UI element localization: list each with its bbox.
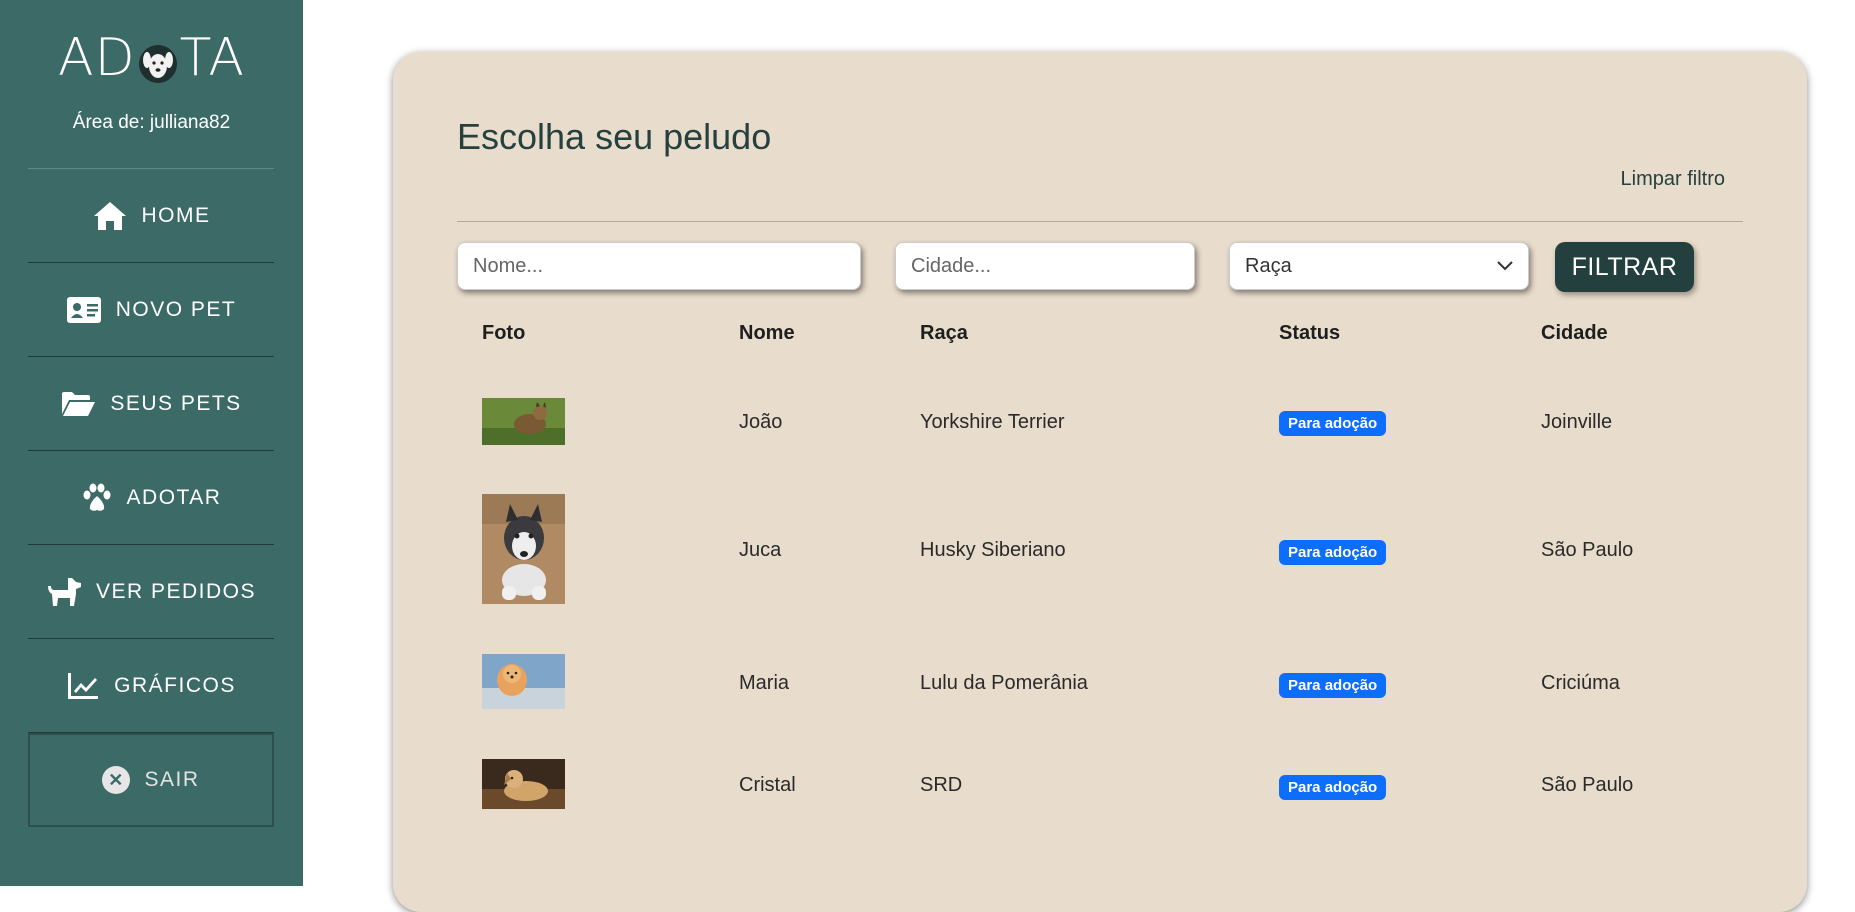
column-header-foto: Foto xyxy=(482,322,526,344)
name-filter-input[interactable] xyxy=(457,242,861,290)
pet-city: São Paulo xyxy=(1541,539,1634,561)
folder-open-icon xyxy=(62,391,96,416)
brand-logo[interactable]: AD TA xyxy=(0,28,303,88)
dog-face-logo-icon xyxy=(138,45,177,83)
pet-photo[interactable] xyxy=(482,654,565,709)
pet-photo[interactable] xyxy=(482,398,565,445)
column-header-cidade: Cidade xyxy=(1541,322,1608,344)
column-header-raca: Raça xyxy=(920,322,968,344)
breed-select[interactable]: Raça xyxy=(1229,242,1529,290)
pet-breed: Yorkshire Terrier xyxy=(920,411,1065,433)
column-header-nome: Nome xyxy=(739,322,795,344)
chevron-down-icon xyxy=(1497,261,1513,271)
status-badge: Para adoção xyxy=(1279,673,1387,698)
status-badge: Para adoção xyxy=(1279,540,1387,565)
sidebar-item-label: GRÁFICOS xyxy=(114,673,236,697)
paw-icon xyxy=(83,483,111,511)
sidebar-item-ver-pedidos[interactable]: VER PEDIDOS xyxy=(28,545,274,639)
city-filter-input[interactable] xyxy=(895,242,1195,290)
pet-breed: Lulu da Pomerânia xyxy=(920,672,1088,694)
sidebar-item-label: SEUS PETS xyxy=(110,391,242,415)
pet-name: João xyxy=(739,411,783,433)
sidebar-item-home[interactable]: HOME xyxy=(28,169,274,263)
pet-city: Criciúma xyxy=(1541,672,1620,694)
sidebar-item-adotar[interactable]: ADOTAR xyxy=(28,451,274,545)
brand-text-right: TA xyxy=(179,28,245,88)
pet-list-card: Escolha seu peludo Limpar filtro Raça FI… xyxy=(393,52,1807,912)
dog-icon xyxy=(47,577,81,606)
user-area-label: Área de: julliana82 xyxy=(72,112,231,133)
sidebar-nav: HOME NOVO PET SEUS PETS ADOTAR VER PEDID… xyxy=(28,168,274,827)
filter-button[interactable]: FILTRAR xyxy=(1555,242,1694,292)
clear-filter-link[interactable]: Limpar filtro xyxy=(1621,168,1725,191)
pet-name: Cristal xyxy=(739,774,796,796)
sidebar-item-label: HOME xyxy=(141,203,211,227)
sidebar-item-graficos[interactable]: GRÁFICOS xyxy=(28,639,274,733)
id-card-icon xyxy=(66,296,101,323)
sidebar-item-sair[interactable]: ✕ SAIR xyxy=(28,733,274,827)
pet-city: Joinville xyxy=(1541,411,1613,433)
pet-photo[interactable] xyxy=(482,494,565,604)
sidebar-item-label: ADOTAR xyxy=(126,485,222,509)
sidebar: AD TA Área de: julliana82 HOME NOVO PET … xyxy=(0,0,303,886)
pet-breed: Husky Siberiano xyxy=(920,539,1066,561)
pet-photo[interactable] xyxy=(482,759,565,809)
status-badge: Para adoção xyxy=(1279,775,1387,800)
sidebar-item-label: NOVO PET xyxy=(115,297,237,321)
home-icon xyxy=(93,201,126,230)
sidebar-item-novo-pet[interactable]: NOVO PET xyxy=(28,263,274,357)
brand-text-left: AD xyxy=(58,28,136,88)
sidebar-item-label: VER PEDIDOS xyxy=(95,579,257,603)
pet-name: Maria xyxy=(739,672,790,694)
sidebar-item-label: SAIR xyxy=(144,768,200,791)
pet-city: São Paulo xyxy=(1541,774,1634,796)
divider xyxy=(457,221,1743,222)
close-circle-icon: ✕ xyxy=(102,766,131,794)
pet-name: Juca xyxy=(739,539,782,561)
status-badge: Para adoção xyxy=(1279,411,1387,436)
column-header-status: Status xyxy=(1279,322,1341,344)
breed-select-value: Raça xyxy=(1245,254,1292,277)
page-title: Escolha seu peludo xyxy=(457,116,772,157)
sidebar-item-seus-pets[interactable]: SEUS PETS xyxy=(28,357,274,451)
pet-breed: SRD xyxy=(920,774,963,796)
chart-line-icon xyxy=(68,672,99,699)
